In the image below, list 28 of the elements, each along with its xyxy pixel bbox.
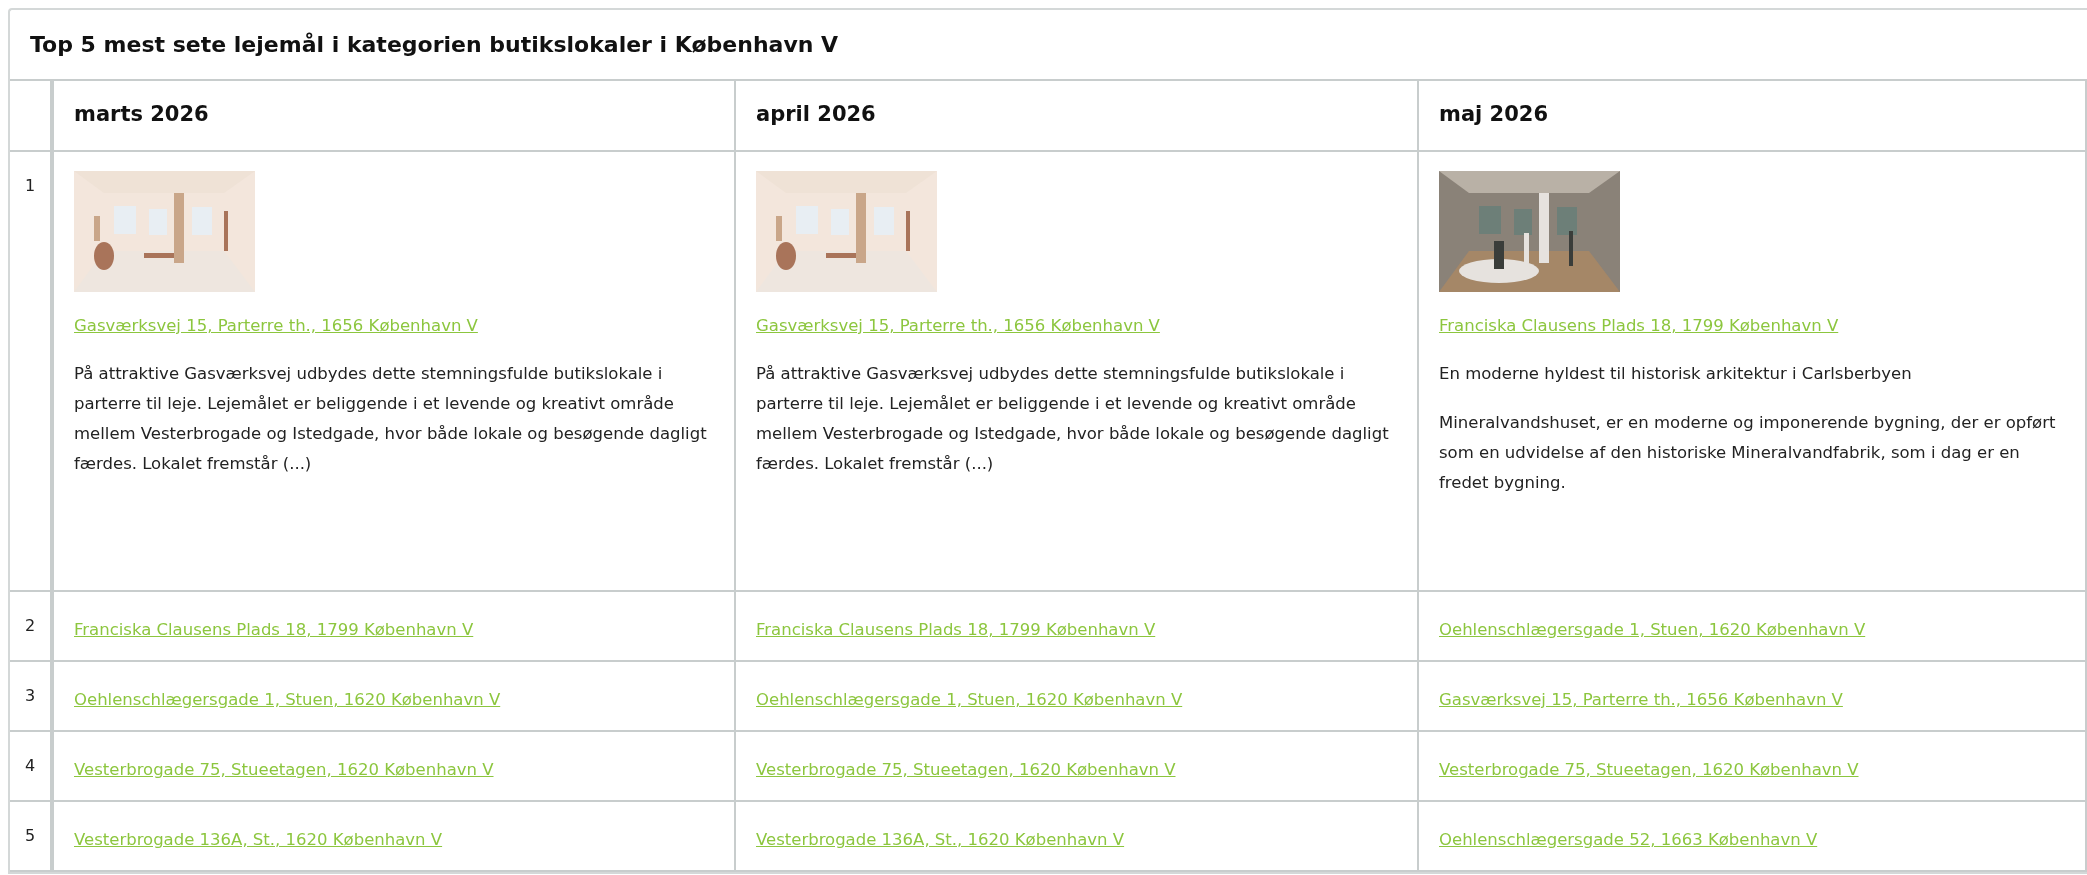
address-link[interactable]: Franciska Clausens Plads 18, 1799 København V [1439,312,1839,340]
address-link[interactable]: Vesterbrogade 75, Stueetagen, 1620 København V [756,756,1176,784]
description-text: En moderne hyldest til historisk arkitektur i Carlsberbyen [1439,363,1913,385]
rank-number: 2 [24,616,36,636]
address-link[interactable]: Oehlenschlægersgade 1, Stuen, 1620 København V [74,686,501,714]
address-link[interactable]: Vesterbrogade 136A, St., 1620 København V [74,826,443,854]
rank-number: 4 [24,756,36,776]
description-text: På attraktive Gasværksvej udbydes dette stemningsfulde butikslokale i parterre til leje. Lejemålet er beliggende i et levende og kreativt område mellem Vesterbrogade og Istedgade, hvor både lokale og besøgende dagligt færdes. Lokalet fremstår (...) [756,363,1390,475]
description-text: Mineralvandshuset, er en moderne og imponerende bygning, der er opført som en udvidelse af den historiske Mineralvandfabrik, som i dag er en fredet bygning. [1439,412,2057,494]
address-link[interactable]: Oehlenschlægersgade 1, Stuen, 1620 København V [1439,616,1866,644]
address-link[interactable]: Gasværksvej 15, Parterre th., 1656 København V [74,312,478,340]
address-link[interactable]: Oehlenschlægersgade 1, Stuen, 1620 København V [756,686,1183,714]
rank-number: 3 [24,686,36,706]
address-link[interactable]: Vesterbrogade 75, Stueetagen, 1620 København V [74,756,494,784]
address-link[interactable]: Vesterbrogade 75, Stueetagen, 1620 København V [1439,756,1859,784]
description-text: På attraktive Gasværksvej udbydes dette stemningsfulde butikslokale i parterre til leje. Lejemålet er beliggende i et levende og kreativt område mellem Vesterbrogade og Istedgade, hvor både lokale og besøgende dagligt færdes. Lokalet fremstår (...) [74,363,708,475]
column-header: marts 2026 [54,81,736,152]
address-link[interactable]: Oehlenschlægersgade 52, 1663 København V [1439,826,1818,854]
address-link[interactable]: Franciska Clausens Plads 18, 1799 København V [756,616,1156,644]
address-link[interactable]: Gasværksvej 15, Parterre th., 1656 København V [756,312,1160,340]
rank-number: 1 [24,176,36,196]
address-link[interactable]: Vesterbrogade 136A, St., 1620 København V [756,826,1125,854]
address-link[interactable]: Gasværksvej 15, Parterre th., 1656 København V [1439,686,1843,714]
column-header: april 2026 [736,81,1419,152]
rank-number: 5 [24,826,36,846]
column-header: maj 2026 [1419,81,2087,152]
table-title: Top 5 mest sete lejemål i kategorien butikslokaler i København V [10,10,2087,81]
address-link[interactable]: Franciska Clausens Plads 18, 1799 København V [74,616,474,644]
